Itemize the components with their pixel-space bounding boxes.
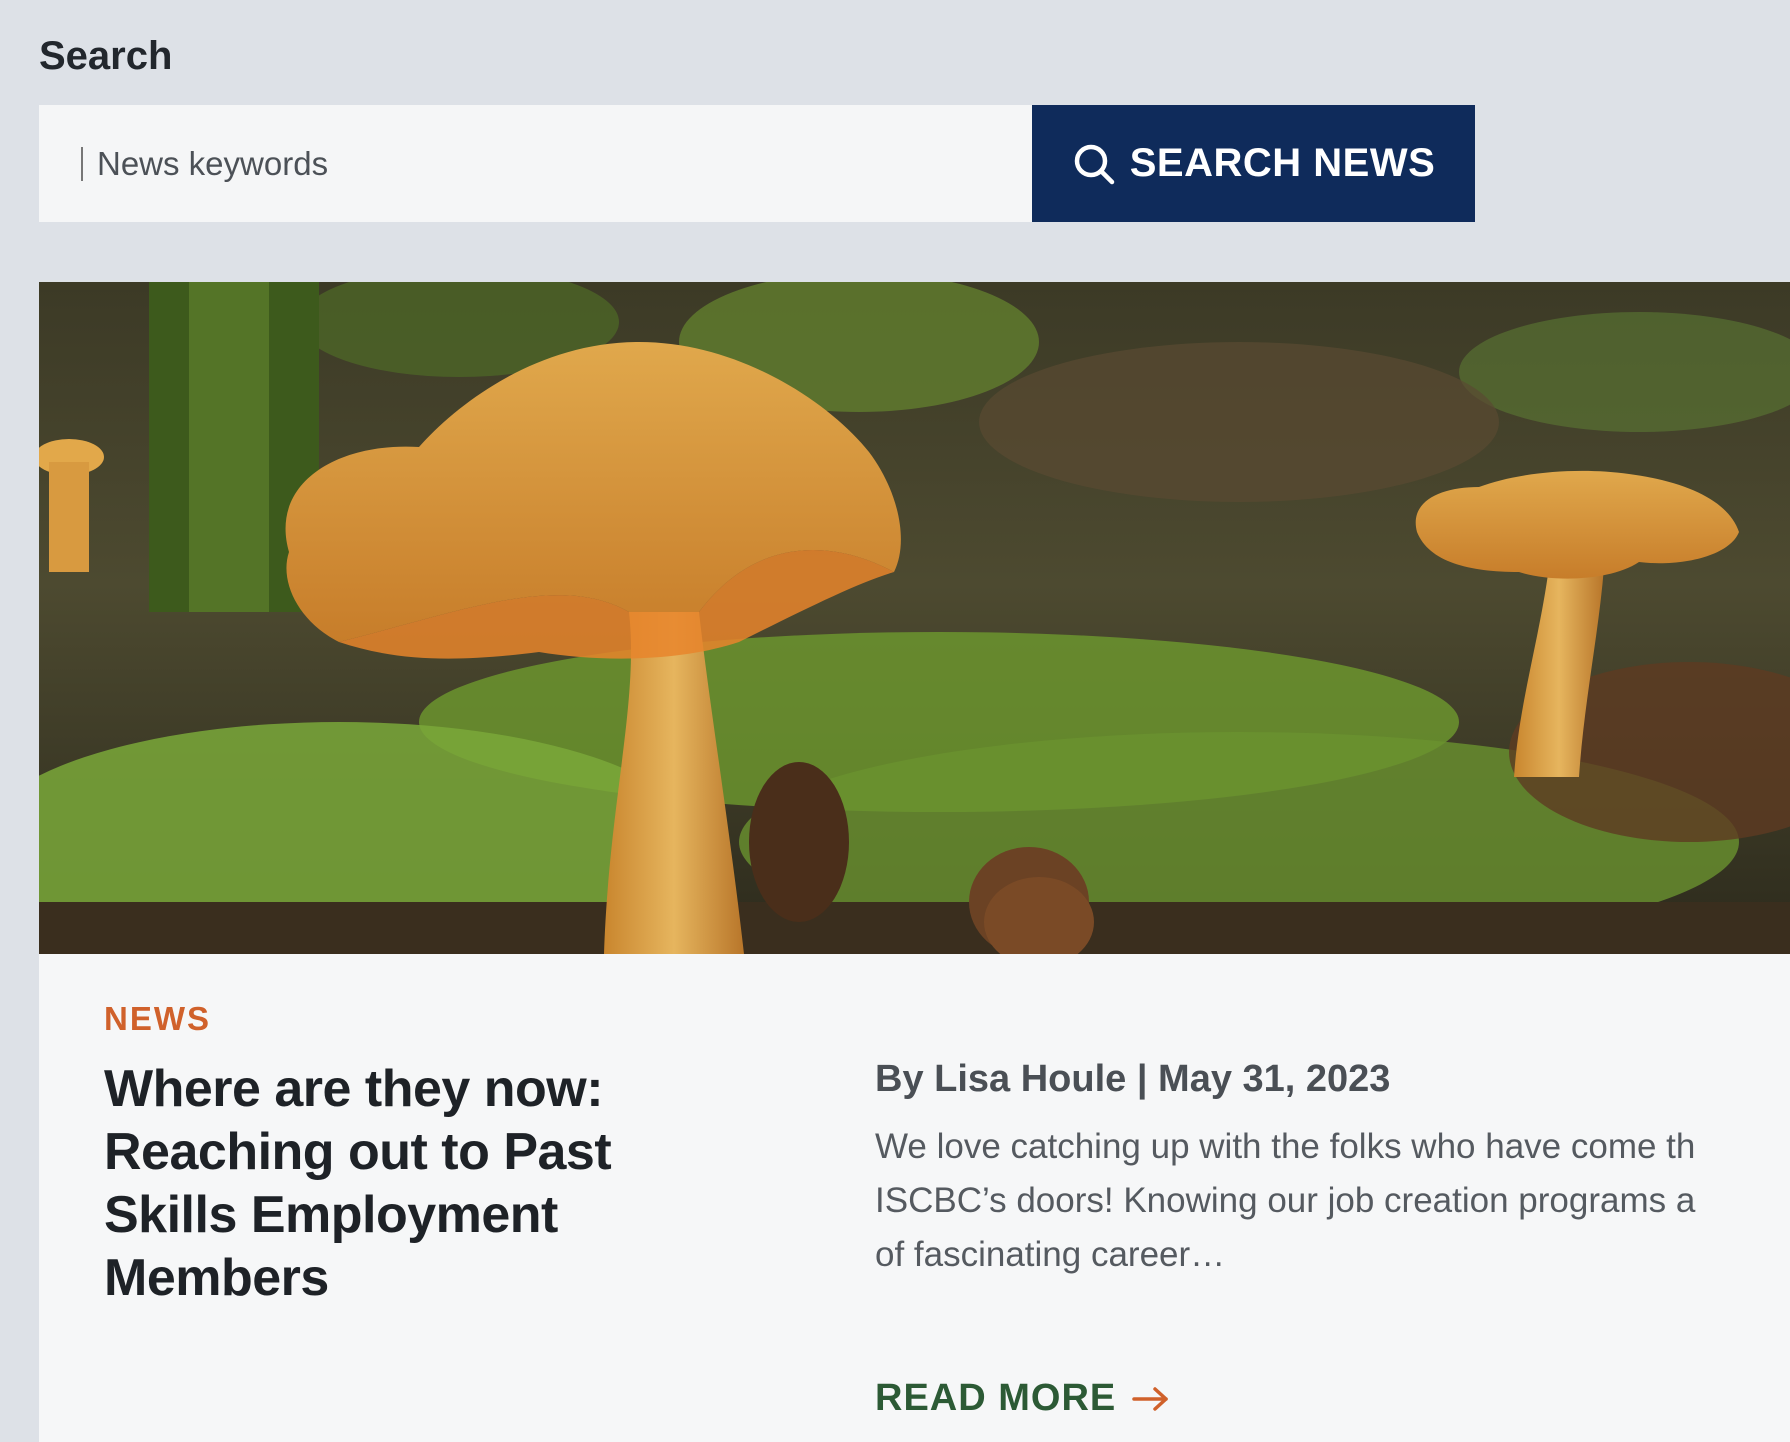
search-news-button-label: SEARCH NEWS [1129, 141, 1436, 185]
article-excerpt: We love catching up with the folks who h… [875, 1120, 1790, 1282]
article-title[interactable]: Where are they now: Reaching out to Past… [104, 1058, 704, 1310]
arrow-right-icon [1132, 1386, 1168, 1411]
excerpt-line: ISCBC’s doors! Knowing our job creation … [875, 1181, 1696, 1220]
text-caret [81, 146, 83, 181]
read-more-label: READ MORE [875, 1377, 1117, 1419]
search-label: Search [39, 34, 173, 78]
article-photo[interactable] [39, 282, 1790, 954]
article-byline: By Lisa Houle | May 31, 2023 [875, 1058, 1391, 1100]
news-card: NEWS Where are they now: Reaching out to… [39, 282, 1790, 1442]
search-news-button[interactable]: SEARCH NEWS [1032, 105, 1475, 222]
read-more-link[interactable]: READ MORE [875, 1377, 1170, 1420]
article-category: NEWS [104, 1000, 211, 1037]
search-placeholder: News keywords [97, 144, 329, 182]
search-icon [1074, 144, 1114, 184]
search-input[interactable]: News keywords [39, 105, 1032, 222]
excerpt-line: of fascinating career… [875, 1235, 1226, 1274]
excerpt-line: We love catching up with the folks who h… [875, 1127, 1696, 1166]
